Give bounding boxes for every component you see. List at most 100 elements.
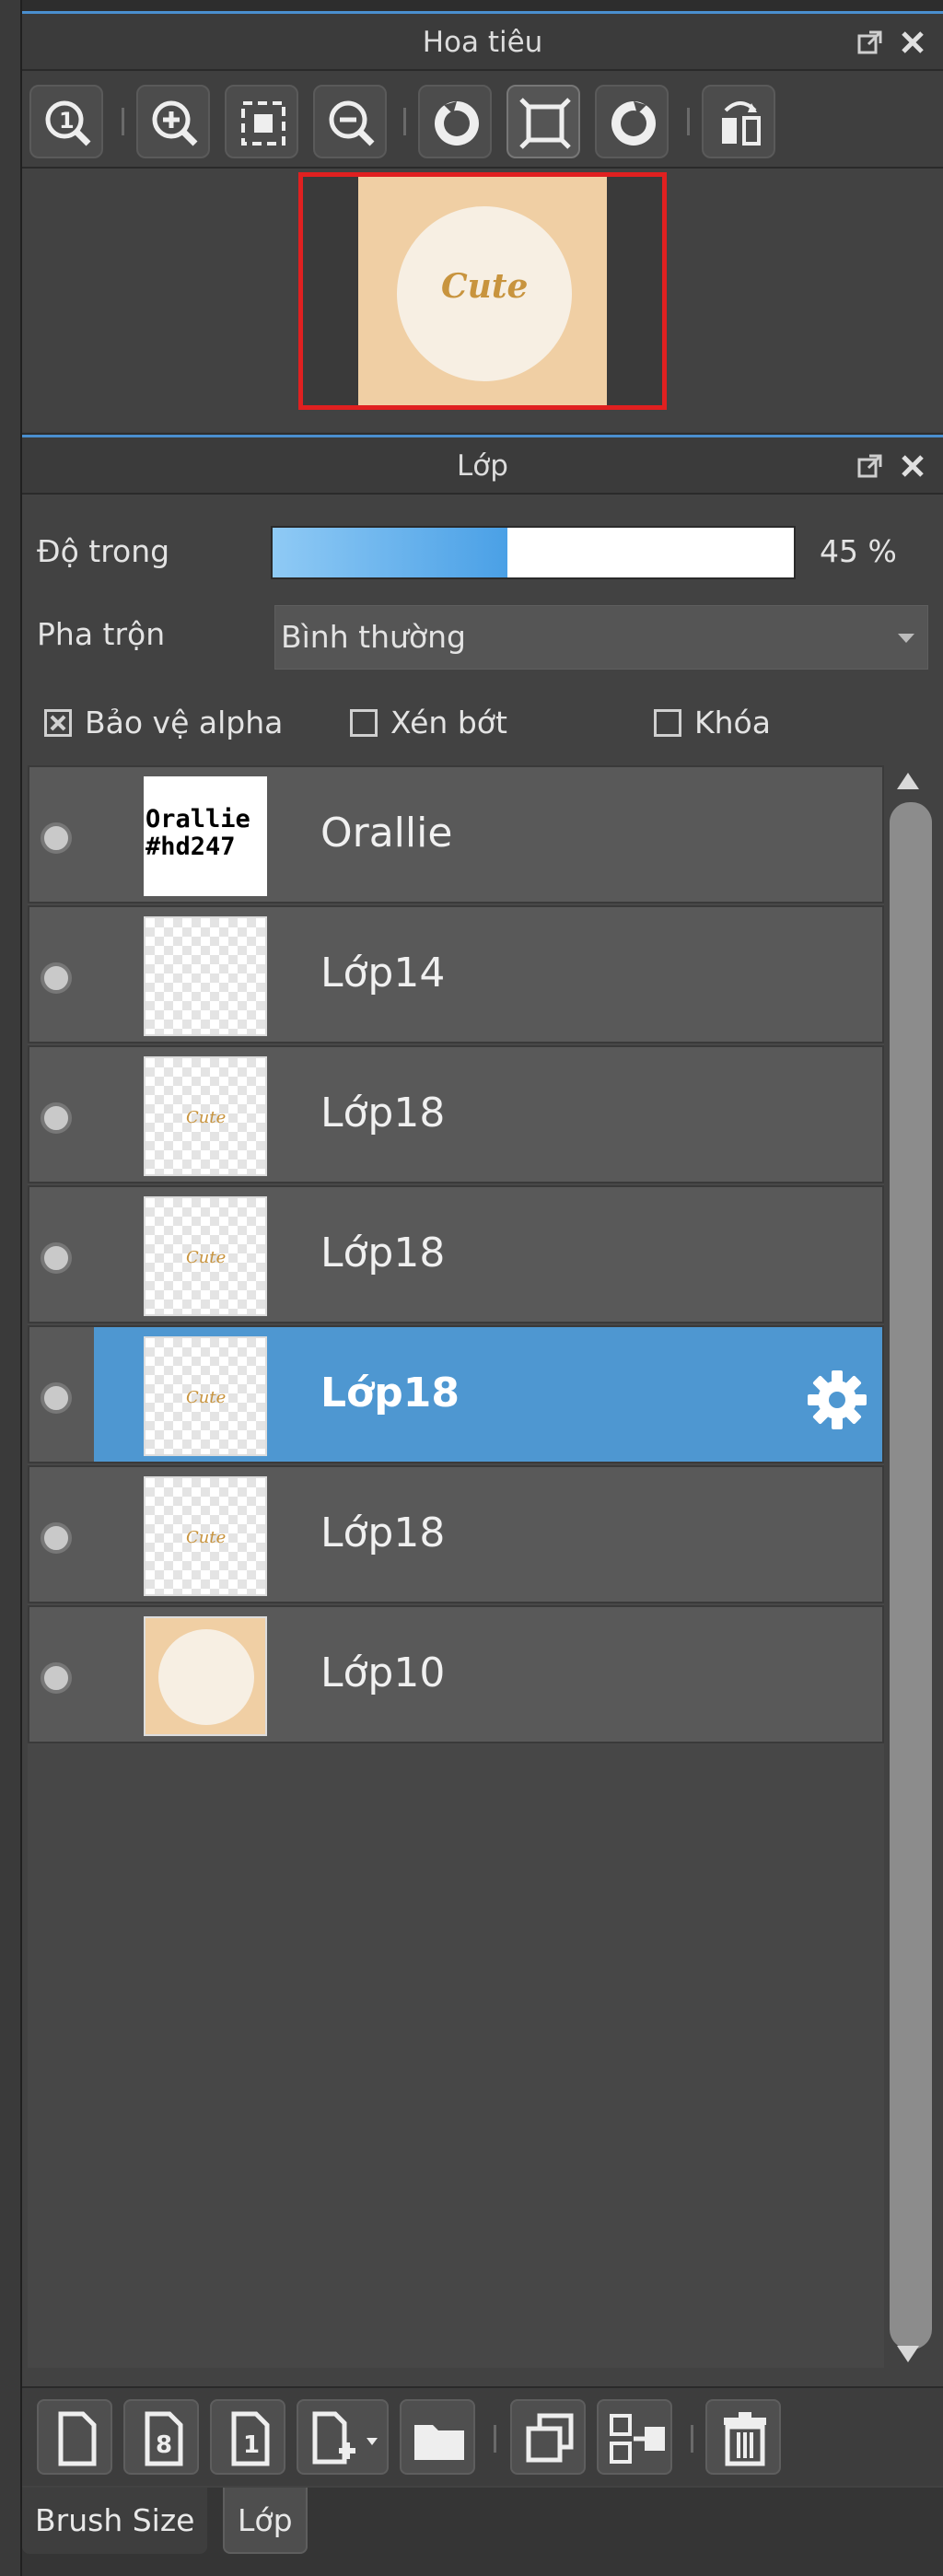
visibility-toggle-icon[interactable] — [41, 1522, 72, 1554]
fit-screen-icon[interactable] — [225, 85, 298, 158]
layer-list: Orallie #hd247 Orallie Lớp14 Cute Lớp18 … — [28, 765, 884, 2368]
layers-title: Lớp — [457, 449, 508, 483]
thumbnail-mini-text: Cute — [186, 1388, 227, 1407]
layer-name: Lớp18 — [320, 1230, 446, 1276]
navigator-panel: Hoa tiêu 1 Cute — [22, 11, 943, 433]
visibility-toggle-icon[interactable] — [41, 962, 72, 994]
toolbar-separator — [494, 2425, 496, 2453]
visibility-toggle-icon[interactable] — [41, 1242, 72, 1274]
layer-row[interactable]: Cute Lớp18 — [28, 1185, 884, 1323]
layer-row[interactable]: Orallie #hd247 Orallie — [28, 765, 884, 903]
close-panel-icon[interactable] — [899, 29, 926, 56]
svg-text:1: 1 — [243, 2431, 260, 2459]
navigator-canvas-thumbnail: Cute — [358, 177, 607, 405]
thumbnail-mini-text: Cute — [186, 1248, 227, 1267]
opacity-value: 45 % — [820, 533, 897, 569]
add-layer-menu-icon[interactable] — [297, 2399, 389, 2475]
zoom-out-icon[interactable] — [313, 85, 387, 158]
zoom-in-icon[interactable] — [136, 85, 210, 158]
visibility-toggle-icon[interactable] — [41, 1102, 72, 1134]
navigator-titlebar: Hoa tiêu — [22, 14, 943, 71]
layers-panel: Lớp Độ trong 45 % Pha trộn Bình thường B… — [22, 435, 943, 2576]
opacity-slider[interactable] — [271, 526, 796, 579]
close-panel-icon[interactable] — [899, 452, 926, 480]
opacity-label: Độ trong — [37, 533, 170, 569]
layer-name: Lớp18 — [320, 1090, 446, 1136]
toolbar-separator — [403, 108, 406, 135]
layer-thumbnail: Orallie #hd247 — [144, 776, 267, 896]
alpha-protect-label: Bảo vệ alpha — [85, 705, 284, 740]
layer-thumbnail: Cute — [144, 1056, 267, 1176]
thumbnail-mini-text: Cute — [186, 1528, 227, 1547]
layer-name: Lớp18 — [320, 1509, 446, 1556]
opacity-slider-fill — [273, 528, 507, 577]
visibility-toggle-icon[interactable] — [41, 1662, 72, 1694]
layer-list-scrollbar[interactable] — [884, 765, 937, 2368]
left-edge-strip — [0, 0, 22, 2576]
rotate-left-icon[interactable] — [418, 85, 492, 158]
navigator-preview-area[interactable]: Cute — [22, 169, 943, 432]
layer-thumbnail — [144, 1616, 267, 1736]
layer-row[interactable]: Lớp10 — [28, 1605, 884, 1743]
checkbox-box[interactable] — [654, 708, 681, 737]
layer-thumbnail: Cute — [144, 1336, 267, 1456]
checkbox-box[interactable] — [350, 708, 378, 737]
new-1bit-layer-icon[interactable]: 1 — [210, 2399, 285, 2475]
lock-label: Khóa — [694, 705, 771, 740]
layers-titlebar: Lớp — [22, 437, 943, 495]
thumbnail-mini-text: Cute — [186, 1108, 227, 1127]
detach-panel-icon[interactable] — [856, 452, 884, 480]
svg-text:1: 1 — [59, 108, 75, 134]
toolbar-separator — [122, 108, 124, 135]
navigator-view-frame[interactable]: Cute — [298, 172, 667, 410]
visibility-toggle-icon[interactable] — [41, 822, 72, 854]
alpha-protect-checkbox[interactable]: Bảo vệ alpha — [44, 705, 283, 740]
layer-name: Lớp14 — [320, 950, 446, 997]
navigator-title: Hoa tiêu — [422, 26, 543, 59]
toolbar-separator — [691, 2425, 693, 2453]
toolbar-separator — [687, 108, 690, 135]
panel-tab-bar: Brush Size Lớp — [22, 2488, 943, 2576]
navigator-toolbar: 1 — [22, 71, 943, 169]
zoom-actual-icon[interactable]: 1 — [29, 85, 103, 158]
rotate-right-icon[interactable] — [595, 85, 669, 158]
layer-name: Lớp18 — [320, 1370, 460, 1416]
clipping-checkbox[interactable]: Xén bớt — [350, 705, 507, 740]
clipping-label: Xén bớt — [390, 705, 507, 740]
blend-mode-label: Pha trộn — [37, 616, 166, 652]
tab-brush-size[interactable]: Brush Size — [22, 2488, 208, 2554]
detach-panel-icon[interactable] — [856, 29, 884, 56]
lock-checkbox[interactable]: Khóa — [654, 705, 771, 740]
new-layer-icon[interactable] — [37, 2399, 112, 2475]
duplicate-layer-icon[interactable] — [510, 2399, 586, 2475]
delete-layer-icon[interactable] — [705, 2399, 781, 2475]
blend-mode-select[interactable]: Bình thường — [274, 605, 928, 670]
new-8bit-layer-icon[interactable]: 8 — [123, 2399, 199, 2475]
merge-layer-icon[interactable] — [597, 2399, 672, 2475]
visibility-toggle-icon[interactable] — [41, 1382, 72, 1414]
layer-thumbnail: Cute — [144, 1476, 267, 1596]
flip-horizontal-icon[interactable] — [702, 85, 775, 158]
new-folder-icon[interactable] — [400, 2399, 475, 2475]
scroll-up-icon[interactable] — [897, 773, 919, 789]
scroll-thumb[interactable] — [890, 802, 932, 2349]
svg-text:8: 8 — [156, 2431, 172, 2459]
chevron-down-icon — [898, 634, 914, 643]
layer-name: Lớp10 — [320, 1649, 446, 1696]
layer-row-selected[interactable]: Cute Lớp18 — [28, 1325, 884, 1463]
layer-thumbnail — [144, 916, 267, 1036]
gear-icon[interactable] — [805, 1368, 869, 1432]
layer-row[interactable]: Lớp14 — [28, 905, 884, 1043]
scroll-down-icon[interactable] — [897, 2346, 919, 2362]
layer-name: Orallie — [320, 810, 453, 857]
thumbnail-text: Orallie #hd247 — [146, 805, 250, 861]
layer-thumbnail: Cute — [144, 1196, 267, 1316]
thumbnail-circle — [158, 1629, 254, 1725]
canvas-cute-text: Cute — [441, 267, 529, 306]
fullscreen-icon[interactable] — [506, 85, 580, 158]
tab-layers[interactable]: Lớp — [223, 2488, 308, 2554]
layer-row[interactable]: Cute Lớp18 — [28, 1465, 884, 1603]
blend-mode-value: Bình thường — [281, 619, 466, 655]
layer-row[interactable]: Cute Lớp18 — [28, 1045, 884, 1183]
checkbox-box[interactable] — [44, 708, 72, 737]
